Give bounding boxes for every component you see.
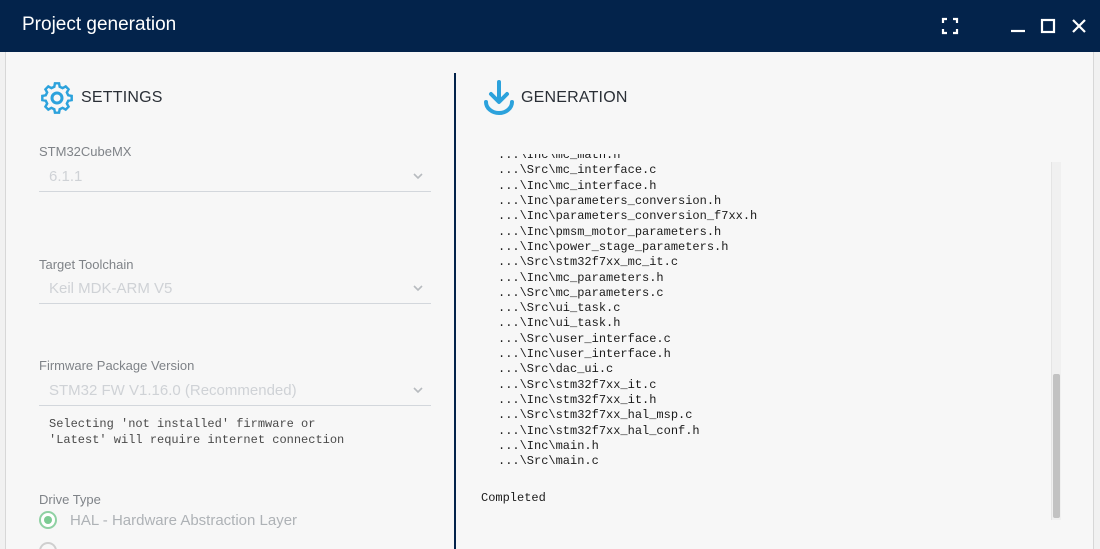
- chevron-down-icon: [413, 173, 423, 180]
- firmware-label: Firmware Package Version: [39, 358, 195, 373]
- generation-panel: GENERATION ...\Inc\mc_math.h ...\Src\mc_i…: [456, 52, 1095, 549]
- log-line: ...\Inc\ui_task.h: [498, 316, 621, 331]
- log-line: ...\Inc\mc_math.h: [498, 154, 621, 162]
- log-line: ...\Src\stm32f7xx_mc_it.c: [498, 255, 679, 270]
- minimize-icon: [1011, 29, 1025, 33]
- settings-panel: SETTINGS STM32CubeMX 6.1.1 Target Toolch…: [6, 52, 454, 549]
- log-lines: ...\Inc\mc_math.h ...\Src\mc_interface.c.…: [481, 154, 757, 470]
- radio-button[interactable]: [39, 511, 57, 529]
- log-line: ...\Inc\power_stage_parameters.h: [498, 239, 729, 254]
- generation-header: GENERATION: [483, 80, 628, 116]
- radio-selected-dot: [44, 516, 52, 524]
- toolchain-label: Target Toolchain: [39, 257, 134, 272]
- radio-button[interactable]: [39, 542, 57, 549]
- drive-option-label: HAL - Hardware Abstraction Layer: [70, 511, 298, 529]
- firmware-select[interactable]: STM32 FW V1.16.0 (Recommended): [39, 378, 431, 406]
- log-line: ...\Src\main.c: [498, 454, 599, 469]
- maximize-button[interactable]: [1035, 13, 1061, 39]
- settings-header: SETTINGS: [39, 80, 163, 116]
- drive-option-hal[interactable]: HAL - Hardware Abstraction Layer: [39, 511, 297, 529]
- log-line: ...\Src\dac_ui.c: [498, 362, 614, 377]
- firmware-note-line: 'Latest' will require internet connectio…: [49, 433, 345, 447]
- settings-title: SETTINGS: [81, 89, 163, 106]
- log-line: ...\Src\mc_interface.c: [498, 163, 657, 178]
- log-line: ...\Src\stm32f7xx_it.c: [498, 377, 657, 392]
- log-line: ...\Inc\pmsm_motor_parameters.h: [498, 224, 722, 239]
- scrollbar-thumb[interactable]: [1053, 374, 1060, 518]
- gear-icon: [41, 82, 73, 114]
- log-line: ...\Inc\main.h: [498, 438, 599, 453]
- minimize-button[interactable]: [1005, 13, 1031, 39]
- close-icon: [1072, 19, 1086, 33]
- cubemx-select[interactable]: 6.1.1: [39, 164, 431, 192]
- fullscreen-icon: [941, 17, 959, 35]
- window-title: Project generation: [22, 14, 177, 35]
- firmware-value: STM32 FW V1.16.0 (Recommended): [49, 382, 297, 399]
- log-line: ...\Inc\mc_parameters.h: [498, 270, 664, 285]
- log-line: ...\Src\stm32f7xx_hal_msp.c: [498, 408, 693, 423]
- log-line: ...\Src\mc_parameters.c: [498, 285, 664, 300]
- chevron-down-icon: [413, 285, 423, 292]
- log-line: ...\Inc\stm32f7xx_hal_conf.h: [498, 423, 700, 438]
- toolchain-select[interactable]: Keil MDK-ARM V5: [39, 276, 431, 304]
- toolchain-value: Keil MDK-ARM V5: [49, 280, 173, 297]
- title-bar: Project generation: [0, 0, 1100, 52]
- log-line: ...\Inc\mc_interface.h: [498, 178, 657, 193]
- log-line: ...\Inc\parameters_conversion.h: [498, 193, 722, 208]
- log-line: ...\Src\user_interface.c: [498, 331, 671, 346]
- download-icon: [484, 80, 514, 115]
- firmware-note: Selecting 'not installed' firmware or 'La…: [49, 416, 429, 448]
- generation-title: GENERATION: [521, 89, 628, 106]
- log-line: ...\Inc\stm32f7xx_it.h: [498, 393, 657, 407]
- close-button[interactable]: [1066, 13, 1092, 39]
- log-scrollbar[interactable]: [1051, 162, 1061, 520]
- drive-type-label: Drive Type: [39, 492, 101, 507]
- log-line: ...\Inc\user_interface.h: [498, 347, 671, 362]
- generation-log: ...\Inc\mc_math.h ...\Src\mc_interface.c.…: [481, 154, 1041, 514]
- cubemx-value: 6.1.1: [49, 168, 83, 185]
- firmware-note-line: Selecting 'not installed' firmware or: [49, 417, 316, 431]
- fullscreen-button[interactable]: [937, 13, 963, 39]
- dialog-content: SETTINGS STM32CubeMX 6.1.1 Target Toolch…: [5, 52, 1094, 549]
- log-line: ...\Src\ui_task.c: [498, 301, 621, 316]
- log-status: Completed: [481, 491, 546, 505]
- log-line: ...\Inc\parameters_conversion_f7xx.h: [498, 209, 758, 224]
- maximize-icon: [1040, 18, 1056, 34]
- cubemx-label: STM32CubeMX: [39, 144, 132, 159]
- chevron-down-icon: [413, 387, 423, 394]
